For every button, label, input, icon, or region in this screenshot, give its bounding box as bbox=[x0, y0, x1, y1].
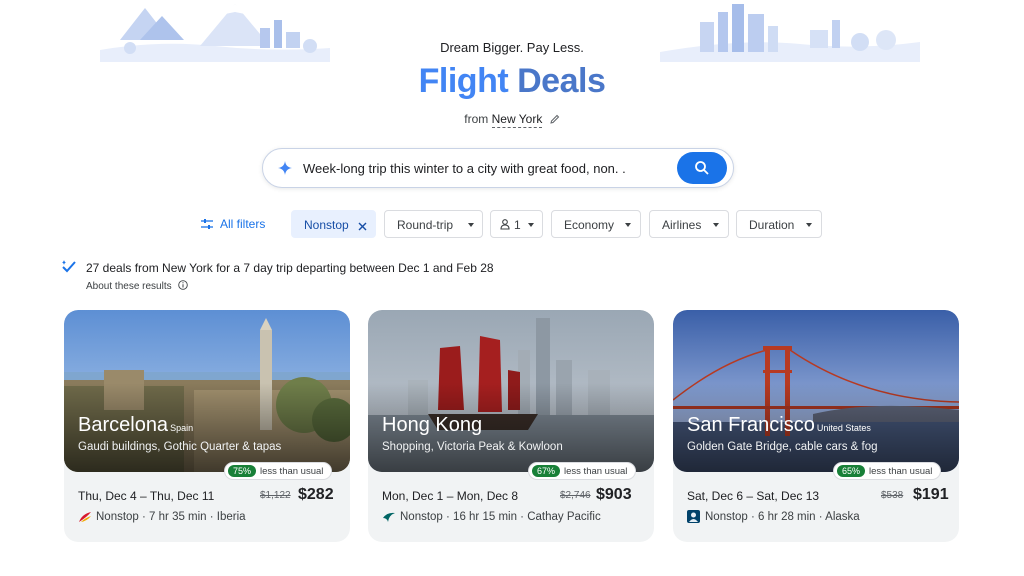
duration-dropdown[interactable]: Duration bbox=[736, 210, 822, 238]
deal-card-barcelona[interactable]: Barcelona Spain Gaudi buildings, Gothic Q… bbox=[64, 310, 350, 542]
discount-percent: 67% bbox=[532, 465, 561, 477]
original-price: $1,122 bbox=[260, 490, 291, 501]
destination-city-name: Barcelona bbox=[78, 414, 169, 436]
destination-city-name: San Francisco bbox=[687, 414, 815, 436]
sliders-icon bbox=[201, 218, 213, 233]
title-word-deals: Deals bbox=[517, 62, 606, 100]
destination-city: San Francisco United States bbox=[687, 414, 871, 437]
passengers-dropdown[interactable]: 1 bbox=[490, 210, 543, 238]
deal-card-hong-kong[interactable]: Hong Kong Shopping, Victoria Peak & Kowl… bbox=[368, 310, 654, 542]
discount-badge: 67% less than usual bbox=[528, 462, 637, 480]
destination-city: Barcelona Spain bbox=[78, 414, 193, 437]
discount-note: less than usual bbox=[564, 466, 628, 477]
trip-type-dropdown[interactable]: Round-trip bbox=[384, 210, 483, 238]
destination-blurb: Shopping, Victoria Peak & Kowloon bbox=[382, 441, 563, 453]
ai-check-icon bbox=[60, 258, 78, 281]
origin-selector[interactable]: from New York bbox=[0, 112, 1024, 128]
cathay-pacific-logo-icon bbox=[382, 510, 396, 528]
close-icon[interactable] bbox=[358, 220, 367, 234]
chevron-down-icon bbox=[528, 223, 534, 227]
destination-blurb: Golden Gate Bridge, cable cars & fog bbox=[687, 441, 878, 453]
cabin-class-label: Economy bbox=[564, 218, 615, 232]
discount-badge: 75% less than usual bbox=[224, 462, 333, 480]
chevron-down-icon bbox=[806, 223, 812, 227]
discount-percent: 65% bbox=[837, 465, 866, 477]
original-price: $2,746 bbox=[560, 490, 591, 501]
discount-note: less than usual bbox=[260, 466, 324, 477]
tagline: Dream Bigger. Pay Less. bbox=[440, 40, 584, 55]
deal-card-san-francisco[interactable]: San Francisco United States Golden Gate B… bbox=[673, 310, 959, 542]
trip-type-label: Round-trip bbox=[397, 218, 454, 232]
trip-dates: Mon, Dec 1 – Mon, Dec 8 bbox=[382, 489, 519, 503]
destination-blurb: Gaudi buildings, Gothic Quarter & tapas bbox=[78, 441, 282, 453]
discount-badge: 65% less than usual bbox=[833, 462, 942, 480]
deal-price: $191 bbox=[913, 486, 949, 503]
cabin-class-dropdown[interactable]: Economy bbox=[551, 210, 641, 238]
passengers-count: 1 bbox=[514, 218, 521, 232]
search-icon bbox=[695, 161, 709, 175]
discount-percent: 75% bbox=[228, 465, 257, 477]
airlines-dropdown[interactable]: Airlines bbox=[649, 210, 729, 238]
results-summary: 27 deals from New York for a 7 day trip … bbox=[86, 261, 494, 275]
flight-details: Nonstop · 7 hr 35 min · Iberia bbox=[96, 511, 246, 523]
title-word-flight: Flight bbox=[418, 62, 509, 100]
deal-price: $903 bbox=[596, 486, 632, 503]
airlines-label: Airlines bbox=[662, 218, 702, 232]
search-box[interactable]: Week-long trip this winter to a city wit… bbox=[262, 148, 734, 188]
chevron-down-icon bbox=[625, 223, 631, 227]
all-filters-label: All filters bbox=[220, 217, 266, 231]
flight-details: Nonstop · 6 hr 28 min · Alaska bbox=[705, 511, 860, 523]
about-results-link[interactable]: About these results bbox=[86, 280, 189, 293]
deal-price: $282 bbox=[298, 486, 334, 503]
alaska-logo-icon bbox=[687, 510, 700, 528]
from-label: from bbox=[464, 112, 489, 126]
about-results-label: About these results bbox=[86, 281, 172, 293]
destination-country: Spain bbox=[170, 423, 194, 433]
search-input[interactable]: Week-long trip this winter to a city wit… bbox=[303, 161, 626, 176]
search-button[interactable] bbox=[677, 152, 727, 184]
info-icon[interactable] bbox=[178, 280, 189, 293]
destination-country: United States bbox=[816, 423, 871, 433]
destination-city: Hong Kong bbox=[382, 414, 482, 437]
duration-label: Duration bbox=[749, 218, 795, 232]
chevron-down-icon bbox=[468, 223, 474, 227]
iberia-logo-icon bbox=[78, 510, 92, 528]
all-filters-button[interactable]: All filters bbox=[198, 210, 276, 238]
pencil-edit-icon[interactable] bbox=[550, 113, 560, 127]
original-price: $538 bbox=[881, 490, 904, 501]
destination-city-name: Hong Kong bbox=[382, 414, 483, 436]
nonstop-chip[interactable]: Nonstop bbox=[291, 210, 376, 238]
page-title: Flight Deals bbox=[0, 62, 1024, 101]
nonstop-label: Nonstop bbox=[304, 218, 349, 232]
filter-bar: All filters Nonstop Round-trip 1 Economy… bbox=[0, 210, 1024, 238]
origin-city[interactable]: New York bbox=[491, 112, 543, 128]
discount-note: less than usual bbox=[869, 466, 933, 477]
person-icon bbox=[500, 219, 510, 233]
trip-dates: Sat, Dec 6 – Sat, Dec 13 bbox=[687, 489, 820, 503]
chevron-down-icon bbox=[713, 223, 719, 227]
flight-details: Nonstop · 16 hr 15 min · Cathay Pacific bbox=[400, 511, 601, 523]
trip-dates: Thu, Dec 4 – Thu, Dec 11 bbox=[78, 489, 215, 503]
sparkle-icon bbox=[278, 161, 292, 180]
